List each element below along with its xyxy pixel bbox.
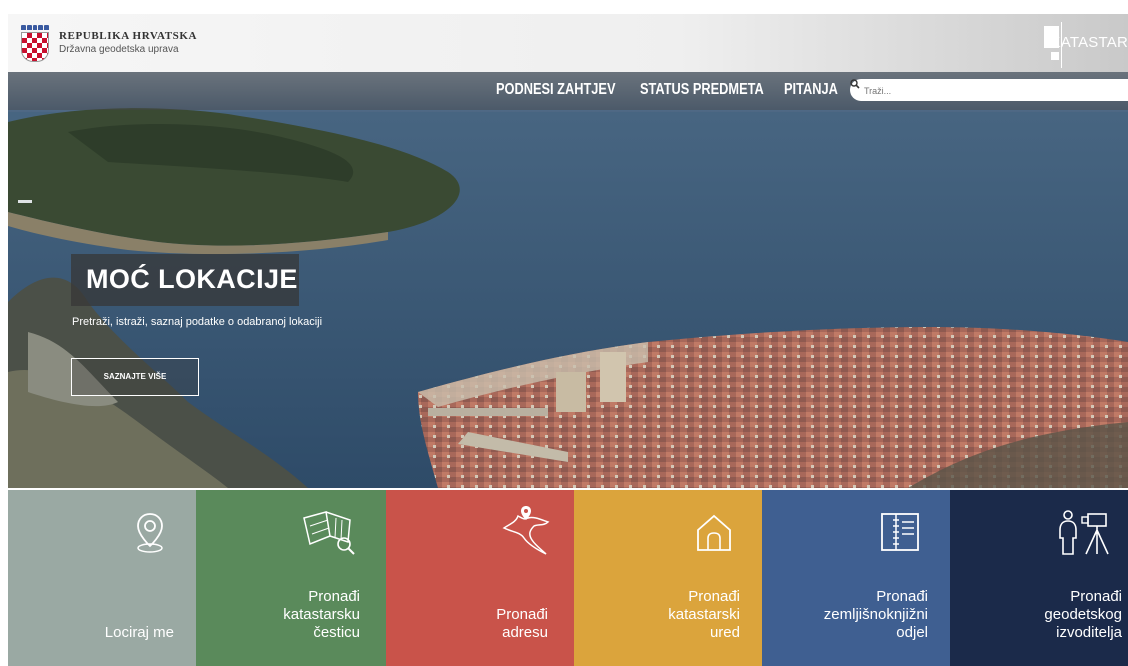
nav-podnesi-zahtjev[interactable]: PODNESI ZAHTJEV [496,81,615,99]
app-name[interactable]: KATASTAR [1051,34,1128,51]
tile-lociraj-me[interactable]: Lociraj me [8,490,196,666]
tile-pronadi-katastarsku-cesticu[interactable]: Pronađi katastarsku česticu [196,490,386,666]
search-icon[interactable] [850,79,860,89]
house-icon [697,514,731,551]
main-navigation: PODNESI ZAHTJEV STATUS PREDMETA PITANJA [8,72,1128,110]
location-pin-icon [137,513,163,553]
nav-pitanja[interactable]: PITANJA [784,81,838,99]
tile-label: Lociraj me [104,624,174,641]
parcel-map-search-icon [303,511,355,555]
tile-pronadi-geodetskog-izvoditelja[interactable]: Pronađi geodetskog izvoditelja [950,490,1128,666]
search-input[interactable] [862,83,1096,99]
tile-label: Pronađi katastarski ured [668,588,740,641]
site-header: REPUBLIKA HRVATSKA Državna geodetska upr… [8,14,1128,72]
coat-crown [21,25,49,30]
country-name: REPUBLIKA HRVATSKA [59,30,198,42]
hero-title-box: MOĆ LOKACIJE [71,254,299,306]
tile-label: Pronađi geodetskog izvoditelja [1044,588,1122,641]
quick-links: Lociraj me Pronađi katastarsku česticu P… [8,490,1128,666]
nav-status-predmeta[interactable]: STATUS PREDMETA [640,81,764,99]
land-registry-book-icon [881,513,919,551]
surveyor-icon [1059,510,1109,555]
tile-pronadi-katastarski-ured[interactable]: Pronađi katastarski ured [574,490,762,666]
tile-pronadi-zemljisnoknjizni-odjel[interactable]: Pronađi zemljišnoknjižni odjel [762,490,950,666]
agency-name: Državna geodetska uprava [59,44,179,55]
croatia-map-pin-icon [502,506,550,555]
coat-shield [21,32,49,62]
page: REPUBLIKA HRVATSKA Državna geodetska upr… [0,0,1128,666]
tile-label: Pronađi adresu [496,606,548,641]
tile-label: Pronađi zemljišnoknjižni odjel [823,588,928,641]
learn-more-button[interactable]: SAZNAJTE VIŠE [71,358,199,396]
hero-banner: PODNESI ZAHTJEV STATUS PREDMETA PITANJA … [8,72,1128,488]
coat-of-arms-logo[interactable] [21,25,49,63]
search-box [850,79,1128,101]
tile-label: Pronađi katastarsku česticu [283,588,360,641]
tile-pronadi-adresu[interactable]: Pronađi adresu [386,490,574,666]
hero-title: MOĆ LOKACIJE [86,264,298,294]
hero-subtitle: Pretraži, istraži, saznaj podatke o odab… [72,316,323,328]
